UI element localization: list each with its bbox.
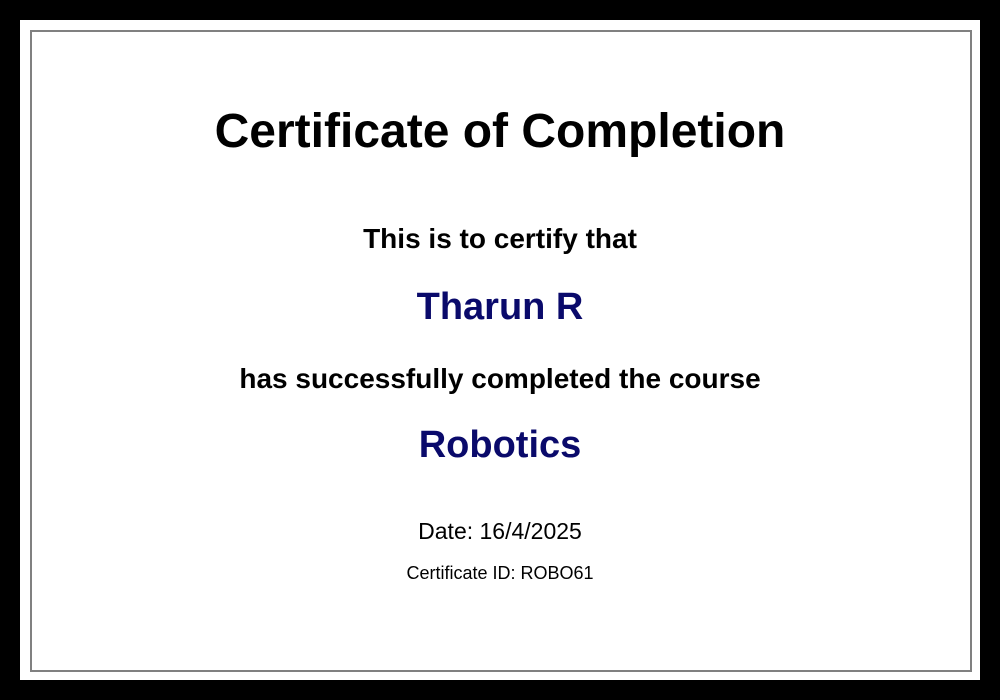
course-name: Robotics bbox=[418, 424, 582, 466]
completion-date: Date: 16/4/2025 bbox=[418, 518, 582, 544]
certificate-id: Certificate ID: ROBO61 bbox=[406, 563, 594, 583]
recipient-name: Tharun R bbox=[416, 286, 584, 328]
completion-statement: has successfully completed the course bbox=[239, 363, 761, 394]
certify-statement: This is to certify that bbox=[363, 223, 637, 254]
certificate-card: Certificate of Completion This is to cer… bbox=[20, 20, 980, 680]
certificate-title: Certificate of Completion bbox=[214, 105, 786, 158]
